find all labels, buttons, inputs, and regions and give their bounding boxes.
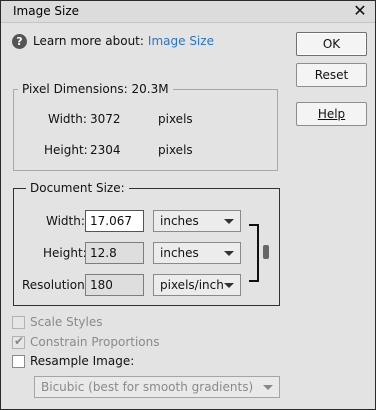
ok-button[interactable]: OK	[296, 32, 367, 56]
chevron-down-icon	[224, 283, 234, 288]
doc-width-unit-value: inches	[160, 214, 199, 228]
document-size-legend: Document Size:	[26, 181, 129, 195]
scale-styles-checkbox[interactable]	[12, 315, 25, 329]
learn-more-row: ? Learn more about: Image Size	[12, 32, 214, 50]
resolution-unit-value: pixels/inch	[160, 278, 224, 292]
help-button-label: Help	[317, 107, 346, 121]
constrain-proportions-label: Constrain Proportions	[30, 335, 160, 349]
pixel-width-label: Width:	[48, 112, 87, 126]
doc-height-unit-value: inches	[160, 246, 199, 260]
learn-more-text: Learn more about:	[33, 34, 144, 48]
pixel-height-value: 2304	[90, 143, 121, 157]
reset-button[interactable]: Reset	[296, 63, 367, 87]
checkmark-icon: ✔	[14, 333, 25, 348]
help-icon: ?	[12, 33, 27, 49]
pixel-dimensions-size: 20.3M	[131, 82, 169, 96]
doc-width-label: Width:	[46, 214, 85, 228]
chevron-down-icon	[263, 385, 273, 390]
pixel-height-unit: pixels	[158, 143, 193, 157]
resample-image-label: Resample Image:	[30, 354, 135, 368]
pixel-height-label: Height:	[44, 143, 88, 157]
constrain-proportions-checkbox[interactable]: ✔	[12, 333, 25, 349]
scale-styles-row: Scale Styles	[12, 314, 103, 330]
pixel-width-unit: pixels	[158, 112, 193, 126]
pixel-width-value: 3072	[90, 112, 121, 126]
resample-method-value: Bicubic (best for smooth gradients)	[41, 380, 254, 394]
resolution-unit-select[interactable]: pixels/inch	[153, 274, 241, 296]
learn-more-link[interactable]: Image Size	[148, 34, 214, 48]
doc-height-unit-select[interactable]: inches	[153, 242, 241, 264]
doc-height-label: Height:	[43, 246, 87, 260]
pixel-dimensions-legend: Pixel Dimensions: 20.3M	[18, 82, 173, 96]
resample-image-row: Resample Image:	[12, 353, 134, 369]
constrain-bracket	[249, 224, 259, 282]
scale-styles-label: Scale Styles	[30, 315, 103, 329]
resolution-label: Resolution:	[22, 278, 89, 292]
constrain-proportions-row: ✔ Constrain Proportions	[12, 334, 160, 350]
help-button[interactable]: Help	[296, 102, 367, 126]
doc-height-input[interactable]: 12.8	[85, 242, 144, 264]
pixel-dimensions-label: Pixel Dimensions:	[22, 82, 128, 96]
resample-method-select[interactable]: Bicubic (best for smooth gradients)	[34, 376, 280, 398]
resolution-input[interactable]: 180	[85, 274, 144, 296]
title-bar[interactable]: Image Size ✕	[1, 1, 375, 23]
doc-width-input[interactable]: 17.067	[85, 210, 144, 232]
link-chain-icon	[263, 245, 269, 259]
dialog-title: Image Size	[13, 4, 80, 18]
close-icon[interactable]: ✕	[351, 2, 369, 20]
chevron-down-icon	[224, 219, 234, 224]
resample-image-checkbox[interactable]	[12, 354, 25, 368]
pixel-dimensions-group: Pixel Dimensions: 20.3M	[13, 82, 278, 171]
chevron-down-icon	[224, 251, 234, 256]
image-size-dialog: Image Size ✕ ? Learn more about: Image S…	[0, 0, 376, 410]
doc-width-unit-select[interactable]: inches	[153, 210, 241, 232]
